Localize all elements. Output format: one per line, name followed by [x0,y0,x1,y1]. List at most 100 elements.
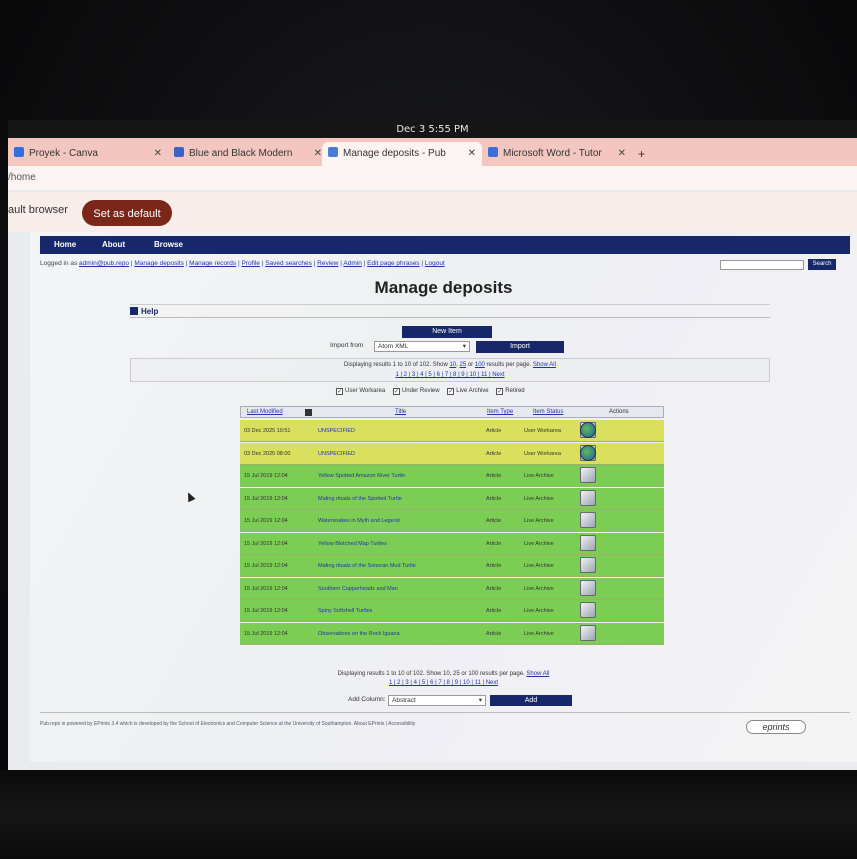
address-bar[interactable]: /home [8,166,857,190]
tab-label: Blue and Black Modern [189,148,293,159]
cell-title[interactable]: Mating rituals of the Sonoran Mud Turtle [318,555,484,577]
tab-label: Proyek - Canva [29,148,98,159]
help-label: Help [141,307,159,316]
checkbox-under-review[interactable]: ✓ [392,388,400,395]
per-page-10[interactable]: 10 [449,362,456,368]
edit-icon[interactable] [580,602,596,618]
import-button[interactable]: Import [476,341,564,353]
browser-tabstrip: Proyek - Canva ✕ Blue and Black Modern ✕… [8,138,857,166]
edit-icon[interactable] [580,579,596,596]
cell-title[interactable]: Yellow Spotted Amazon River Turtle [318,465,484,487]
show-all-link[interactable]: Show All [526,671,549,677]
filter-label: Retired [505,388,525,394]
document-favicon-icon [488,147,498,157]
laptop-lower-bezel [0,770,857,859]
edit-icon[interactable] [580,512,596,528]
cell-title[interactable]: UNSPECIFIED [318,443,484,465]
cell-title[interactable]: Observations on the Rock Iguana [318,623,484,645]
canva-favicon-icon [14,147,24,157]
checkbox-live-archive[interactable]: ✓ [447,388,455,395]
link-manage-deposits[interactable]: Manage deposits [134,260,184,267]
close-icon[interactable]: ✕ [154,142,162,166]
table-row: 15 Jul 2019 12:04 Southern Copperheads an… [240,577,664,600]
col-title[interactable]: Title [395,407,406,418]
link-logout[interactable]: Logout [425,260,445,267]
link-saved-searches[interactable]: Saved searches [265,260,312,267]
cell-last-modified: 15 Jul 2019 12:04 [244,608,288,614]
link-admin[interactable]: Admin [343,260,361,267]
show-all-link[interactable]: Show All [533,362,556,368]
link-profile[interactable]: Profile [241,260,259,267]
cell-title[interactable]: Watersnakes in Myth and Legend [318,510,484,532]
table-row: 15 Jul 2019 12:04 Spiny Softshell Turtles… [240,600,664,622]
tab-canva[interactable]: Proyek - Canva ✕ [8,142,168,166]
close-icon[interactable]: ✕ [314,142,322,166]
edit-icon[interactable] [580,624,596,641]
col-item-status[interactable]: Item Status [533,407,563,418]
close-icon[interactable]: ✕ [468,142,476,166]
sort-icon[interactable] [305,409,312,416]
filter-label: Under Review [401,388,440,394]
pager-bottom: Displaying results 1 to 10 of 102. Show … [30,670,857,688]
import-format-select[interactable]: Atom XML ▾ [374,341,470,352]
cell-item-type: Article [486,495,502,502]
tab-blue-black[interactable]: Blue and Black Modern ✕ [168,142,328,166]
tab-manage-deposits[interactable]: Manage deposits - Pub ✕ [322,142,482,166]
nav-browse[interactable]: Browse [154,236,183,254]
checkbox-user-workarea[interactable]: ✓ [336,388,343,395]
table-row: 03 Dec 2025 08:00 UNSPECIFIED Article User … [240,442,664,465]
nav-about[interactable]: About [102,236,125,254]
add-column-value: Abstract [392,697,416,704]
search-button[interactable]: Search [808,259,836,270]
edit-icon[interactable] [580,467,596,483]
per-page-100[interactable]: 100 [475,362,485,368]
col-item-type[interactable]: Item Type [487,407,513,418]
cell-title[interactable]: Mating rituals of the Spotted Turtle [318,488,484,510]
tab-microsoft-word[interactable]: Microsoft Word - Tutor ✕ [482,142,632,166]
add-column-button[interactable]: Add [490,695,572,706]
move-icon[interactable] [580,422,596,438]
user-link[interactable]: admin@pub.repo [79,260,129,267]
cell-title[interactable]: Yellow Blotched Map Turtles [318,533,484,555]
link-review[interactable]: Review [317,260,338,267]
col-last-modified[interactable]: Last Modified [247,407,283,418]
checkbox-retired[interactable]: ✓ [496,388,504,395]
cell-item-status: Live Archive [524,495,554,502]
link-edit-page-phrases[interactable]: Edit page phrases [367,260,419,267]
cell-title[interactable]: Southern Copperheads and Man [318,578,484,600]
set-as-default-button[interactable]: Set as default [82,200,172,226]
edit-icon[interactable] [580,534,596,551]
new-tab-button[interactable]: + [638,142,645,166]
close-icon[interactable]: ✕ [618,142,626,166]
table-row: 15 Jul 2019 12:04 Yellow Blotched Map Tur… [240,532,664,555]
link-manage-records[interactable]: Manage records [189,260,236,267]
screen: Dec 3 5:55 PM Proyek - Canva ✕ Blue and … [8,120,857,770]
table-row: 03 Dec 2025 10:51 UNSPECIFIED Article User … [240,420,664,442]
cell-title[interactable]: UNSPECIFIED [318,420,484,442]
page-links[interactable]: 1 | 2 | 3 | 4 | 5 | 6 | 7 | 8 | 9 | 10 |… [30,679,857,688]
import-label: Import from [330,342,364,349]
col-actions: Actions [609,409,629,415]
edit-icon[interactable] [580,489,596,506]
cell-last-modified: 15 Jul 2019 12:04 [244,518,288,524]
cell-item-type: Article [486,563,502,569]
pager-summary: Displaying results 1 to 10 of 102. Show [344,362,448,368]
page-links[interactable]: 1 | 2 | 3 | 4 | 5 | 6 | 7 | 8 | 9 | 10 |… [131,370,769,380]
eprints-logo: eprints [746,720,806,734]
help-bar[interactable]: Help [130,304,770,318]
search-input[interactable] [720,260,804,270]
add-column-select[interactable]: Abstract ▾ [388,695,486,706]
move-icon[interactable] [580,444,596,461]
table-row: 15 Jul 2019 12:04 Watersnakes in Myth and… [240,510,664,532]
cell-last-modified: 15 Jul 2019 12:04 [244,563,288,569]
nav-home[interactable]: Home [54,236,76,254]
cell-title[interactable]: Spiny Softshell Turtles [318,600,484,622]
new-item-button[interactable]: New Item [402,326,492,338]
edit-icon[interactable] [580,557,596,573]
page-title: Manage deposits [374,278,513,297]
pager-or: or [467,362,474,368]
per-page-25[interactable]: 25 [459,362,466,368]
chevron-down-icon: ▾ [478,697,482,704]
pager-suffix: results per page. [486,362,532,368]
filter-label: Live Archive [456,388,489,394]
